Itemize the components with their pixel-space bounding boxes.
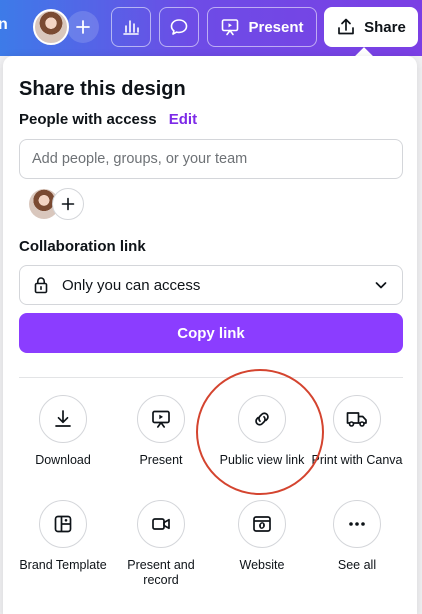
download-label: Download — [35, 453, 91, 467]
plus-icon — [76, 20, 90, 34]
collaboration-link-label: Collaboration link — [19, 238, 146, 255]
add-people-input[interactable] — [19, 139, 403, 179]
bar-chart-icon — [123, 20, 139, 35]
copy-link-button[interactable]: Copy link — [19, 313, 403, 353]
plus-icon — [61, 197, 75, 211]
share-panel: Share this design People with access Edi… — [3, 56, 417, 614]
link-access-dropdown[interactable]: Only you can access — [19, 265, 403, 305]
toolbar-edge-text: n — [0, 16, 8, 33]
truck-icon — [333, 395, 381, 443]
invite-button[interactable] — [67, 11, 99, 43]
brand-template-option[interactable]: Brand Template — [15, 500, 111, 573]
present-button[interactable]: Present — [207, 7, 317, 47]
see-all-option[interactable]: See all — [309, 500, 405, 573]
present-icon — [137, 395, 185, 443]
print-with-canva-label: Print with Canva — [311, 453, 403, 467]
public-view-link-option[interactable]: Public view link — [212, 395, 312, 468]
present-label: Present — [139, 453, 183, 467]
user-avatar[interactable] — [33, 9, 69, 45]
more-icon — [333, 500, 381, 548]
video-camera-icon — [137, 500, 185, 548]
share-button-label: Share — [364, 18, 406, 36]
brand-template-label: Brand Template — [19, 558, 107, 572]
link-icon — [238, 395, 286, 443]
comment-button[interactable] — [159, 7, 199, 47]
analytics-button[interactable] — [111, 7, 151, 47]
lock-icon — [34, 277, 48, 294]
edit-access-link[interactable]: Edit — [169, 111, 197, 128]
download-option[interactable]: Download — [15, 395, 111, 468]
add-member-button[interactable] — [52, 188, 84, 220]
upload-icon — [338, 18, 354, 35]
website-option[interactable]: Website — [212, 500, 312, 573]
see-all-label: See all — [337, 558, 377, 572]
share-button[interactable]: Share — [324, 7, 418, 47]
comment-icon — [170, 19, 188, 35]
top-toolbar: n Present Share — [0, 0, 422, 56]
present-and-record-option[interactable]: Present and record — [113, 500, 209, 588]
brand-template-icon — [39, 500, 87, 548]
chevron-down-icon — [375, 282, 387, 289]
people-access-row: People with access Edit — [19, 111, 197, 128]
print-with-canva-option[interactable]: Print with Canva — [309, 395, 405, 468]
present-button-label: Present — [248, 18, 304, 36]
divider — [19, 377, 403, 378]
present-icon — [222, 19, 239, 36]
link-access-value: Only you can access — [62, 276, 201, 294]
website-label: Website — [239, 558, 285, 572]
present-and-record-label: Present and record — [127, 558, 195, 587]
people-access-label: People with access — [19, 111, 157, 128]
panel-title: Share this design — [19, 78, 186, 100]
website-icon — [238, 500, 286, 548]
present-option[interactable]: Present — [113, 395, 209, 468]
download-icon — [39, 395, 87, 443]
public-view-link-label: Public view link — [219, 453, 305, 467]
